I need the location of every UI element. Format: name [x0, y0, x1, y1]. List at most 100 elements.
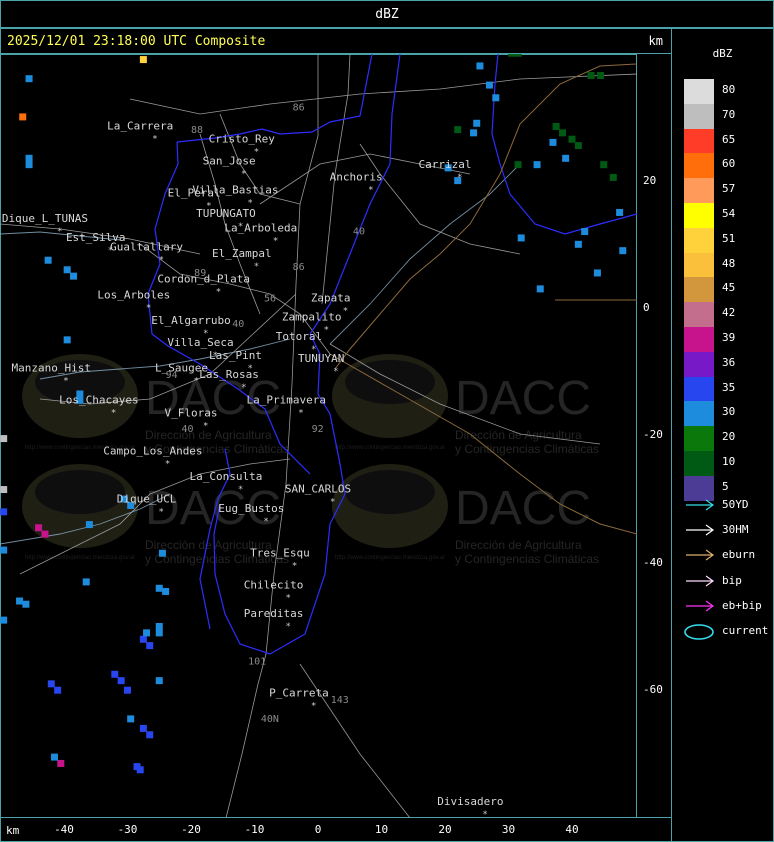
legend-swatch	[684, 128, 714, 154]
title-bar: dBZ	[0, 0, 774, 28]
road-number: 86	[293, 103, 305, 114]
radar-cell	[470, 129, 478, 137]
place-marker[interactable]: * Carrizal	[419, 158, 472, 183]
place-label: La_Primavera	[247, 394, 326, 407]
x-tick-label: -30	[117, 823, 138, 836]
dacc-logo-inner	[345, 470, 435, 514]
radar-cell	[25, 154, 33, 162]
timestamp-label: 2025/12/01 23:18:00 UTC Composite	[7, 34, 266, 49]
legend-track: current	[684, 621, 774, 641]
place-label: El_Algarrubo	[151, 314, 230, 327]
place-label: Las_Rosas	[199, 368, 259, 381]
place-star: *	[286, 593, 291, 603]
legend-track: eb+bip	[684, 596, 774, 616]
place-marker[interactable]: * P_Carreta	[269, 687, 329, 712]
radar-cell	[609, 173, 617, 181]
x-tick-label: 30	[501, 823, 516, 836]
place-marker[interactable]: * Los_Arboles	[97, 288, 170, 313]
legend-swatch	[684, 302, 714, 328]
place-label: Tres_Esqu	[250, 546, 310, 559]
place-marker[interactable]: * Gualtallary	[110, 241, 183, 266]
radar-cell	[562, 154, 570, 162]
road-number: 101	[248, 657, 266, 668]
watermark-line1: Dirección de Agricultura	[455, 538, 582, 552]
road-number: 92	[312, 424, 324, 435]
radar-cell	[485, 81, 493, 89]
place-marker[interactable]: * Tres_Esqu	[250, 546, 310, 571]
radar-cell	[473, 119, 481, 127]
place-marker[interactable]: *El_Algarrubo	[151, 314, 230, 339]
dacc-logo-inner	[35, 470, 125, 514]
road-number: 40	[232, 319, 244, 330]
boundary-line	[334, 63, 637, 370]
radar-cell	[16, 597, 24, 605]
radar-cell	[124, 686, 131, 694]
track-arrow-icon	[686, 600, 715, 612]
radar-cell	[492, 94, 500, 102]
place-star: *	[254, 262, 259, 272]
legend-value: 60	[722, 157, 736, 171]
radar-cell	[82, 578, 90, 586]
legend-value: 65	[722, 132, 736, 146]
product-title: dBZ	[375, 7, 399, 22]
place-star: *	[63, 377, 68, 387]
place-star: *	[152, 135, 157, 145]
radar-cell	[552, 122, 560, 130]
place-marker[interactable]: *Cristo_Rey	[209, 132, 276, 157]
radar-cell	[600, 161, 608, 169]
legend-swatch	[684, 178, 714, 204]
watermark-url: http://www.contingencias.mendoza.gov.ar	[25, 555, 135, 561]
legend-swatch	[684, 277, 714, 303]
radar-map[interactable]: DACCDirección de Agriculturay Contingenc…	[0, 54, 637, 818]
track-arrow-icon	[686, 524, 715, 536]
road-number: 40	[353, 227, 365, 238]
legend-value: 5	[722, 479, 729, 493]
place-star: *	[111, 409, 116, 419]
place-marker[interactable]: * Anchoris	[330, 171, 383, 196]
place-marker[interactable]: * TUNUYAN	[298, 352, 344, 377]
radar-cell	[22, 600, 30, 608]
place-marker[interactable]: * Divisadero	[437, 795, 503, 818]
place-star: *	[203, 421, 208, 431]
radar-cell	[619, 247, 627, 255]
place-star: *	[238, 485, 243, 495]
radar-cell	[155, 584, 163, 592]
legend-value: 57	[722, 182, 736, 196]
legend-swatch	[684, 451, 714, 476]
legend-value: 39	[722, 331, 736, 344]
legend-value: 48	[722, 256, 736, 270]
km-unit-bottom: km	[6, 824, 20, 837]
road-number: 143	[331, 695, 349, 706]
place-marker[interactable]: * Pareditas	[244, 607, 304, 632]
x-tick-label: -20	[181, 823, 201, 836]
legend-track: bip	[684, 571, 774, 591]
place-star: *	[193, 377, 198, 387]
track-arrow-icon	[686, 575, 715, 587]
place-marker[interactable]: *Totoral	[276, 330, 322, 355]
dacc-watermark: DACC Dirección de Agriculturay Contingenc…	[332, 464, 599, 566]
place-marker[interactable]: * La_Carrera	[107, 120, 173, 145]
legend-panel: dBZ 80 70 65 60 57 54 51 48 45 42 39 36 35 30 20 10 5 50…	[671, 28, 774, 842]
place-star: *	[330, 498, 335, 508]
place-label: Totoral	[276, 330, 322, 343]
place-marker[interactable]: * Campo_Los_Andes	[103, 445, 202, 470]
watermark-brand: DACC	[455, 482, 591, 535]
place-label: Campo_Los_Andes	[103, 445, 202, 458]
place-label: TUNUYAN	[298, 352, 344, 365]
header-row: 2025/12/01 23:18:00 UTC Composite km	[0, 28, 672, 54]
place-label: Los_Arboles	[97, 288, 170, 301]
legend-track-label: 30HM	[722, 523, 749, 537]
watermark-url: http://www.contingencias.mendoza.gov.ar	[335, 445, 445, 451]
radar-cell	[85, 521, 93, 529]
place-marker[interactable]: * La_Arboleda	[224, 222, 297, 247]
legend-value: 45	[722, 281, 736, 295]
place-star: *	[368, 186, 373, 196]
place-label: Manzano_Hist	[12, 362, 91, 375]
legend-value: 10	[722, 455, 736, 468]
x-tick-label: 0	[314, 823, 322, 836]
place-label: Dique_L_TUNAS	[2, 212, 88, 225]
legend-swatch	[684, 351, 714, 377]
place-marker[interactable]: * Chilecito	[244, 578, 304, 603]
radar-cell	[155, 623, 163, 630]
watermark-url: http://www.contingencias.mendoza.gov.ar	[335, 555, 445, 561]
